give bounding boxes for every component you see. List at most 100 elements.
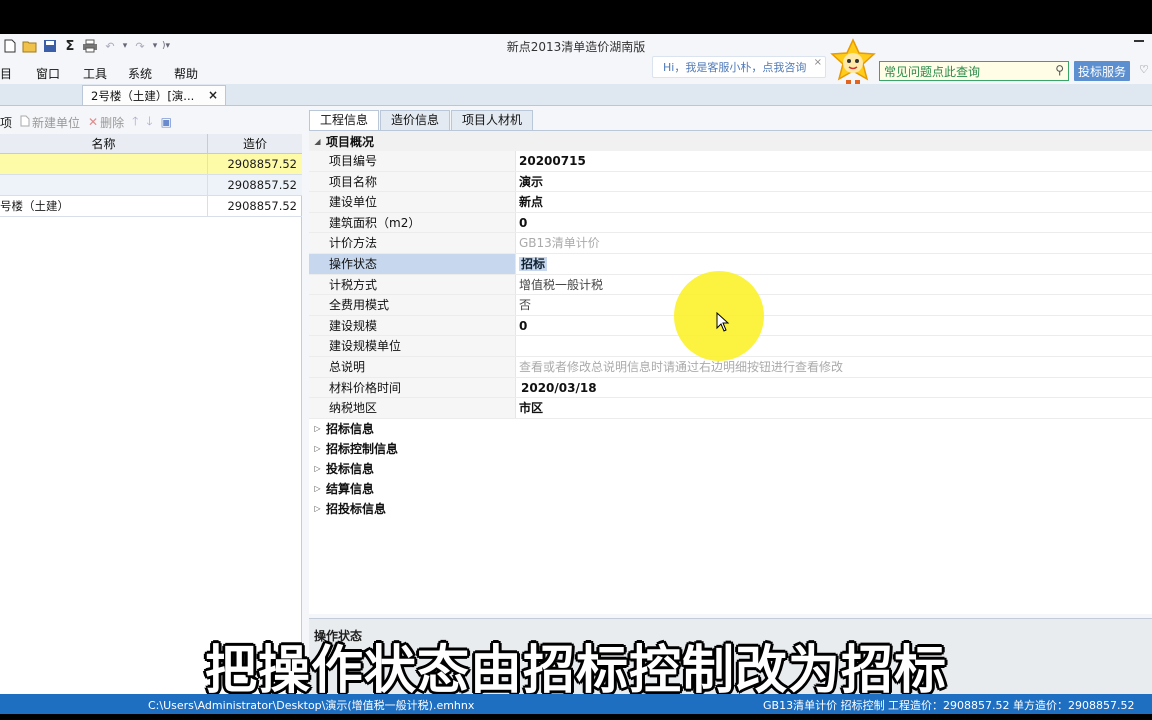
window-title: 新点2013清单造价湖南版: [506, 40, 646, 54]
new-unit-label: 新建单位: [32, 115, 81, 130]
document-tab[interactable]: 2号楼（土建）[演... ×: [82, 85, 226, 105]
document-tab-strip: 2号楼（土建）[演... ×: [0, 84, 1152, 106]
save-icon[interactable]: [42, 38, 58, 54]
property-key: 全费用模式: [309, 295, 516, 315]
property-value[interactable]: 查看或者修改总说明信息时请通过右边明细按钮进行查看修改: [516, 357, 1152, 377]
group-settlement-info[interactable]: ▷ 结算信息: [309, 478, 1152, 499]
new-icon[interactable]: [2, 38, 18, 54]
expand-triangle-icon[interactable]: ▷: [309, 424, 326, 433]
group-bid-control-info[interactable]: ▷ 招标控制信息: [309, 438, 1152, 459]
column-header-name[interactable]: 名称: [0, 134, 208, 153]
redo-icon[interactable]: ↷: [132, 38, 148, 54]
property-key: 建设规模: [309, 315, 516, 336]
collapse-ribbon-icon[interactable]: ♡: [1139, 63, 1149, 76]
print-icon[interactable]: [82, 38, 98, 54]
expand-triangle-icon[interactable]: ▷: [309, 484, 326, 493]
menu-bar: 目 窗口 工具 系统 帮助: [0, 62, 214, 84]
help-search-input[interactable]: 常见问题点此查询 ⚲: [879, 61, 1069, 81]
customize-qa-icon[interactable]: )▾: [162, 41, 170, 51]
assistant-close-icon[interactable]: ×: [814, 57, 822, 68]
redo-dropdown-icon[interactable]: ▾: [152, 41, 158, 51]
property-value[interactable]: 招标: [519, 256, 548, 271]
close-tab-icon[interactable]: ×: [208, 88, 218, 102]
property-value[interactable]: 新点: [516, 192, 1152, 212]
property-key: 总说明: [309, 356, 516, 377]
assistant-bubble[interactable]: Hi，我是客服小朴，点我咨询 ×: [652, 56, 826, 78]
tab-project-materials[interactable]: 项目人材机: [451, 110, 534, 130]
delete-button[interactable]: ✕ 删除: [88, 114, 124, 131]
group-project-overview[interactable]: ◢ 项目概况: [309, 131, 1152, 151]
group-title: 项目概况: [326, 134, 375, 149]
property-value: GB13清单计价: [519, 236, 600, 251]
menu-item-system[interactable]: 系统: [128, 65, 174, 82]
property-key: 项目编号: [309, 151, 516, 171]
group-title: 招投标信息: [326, 502, 387, 517]
app-window: Σ ↶ ▾ ↷ ▾ )▾ 新点2013清单造价湖南版 目 窗口 工具 系统 帮助…: [0, 34, 1152, 694]
open-icon[interactable]: [22, 38, 38, 54]
group-title: 招标控制信息: [326, 442, 399, 457]
property-grid: ◢ 项目概况 项目编号 20200715 项目名称 演示 建设单位 新点 建筑面积（m…: [309, 130, 1152, 614]
new-unit-button[interactable]: 新建单位: [20, 114, 80, 131]
tab-cost-info[interactable]: 造价信息: [380, 110, 451, 130]
menu-item-tools[interactable]: 工具: [83, 65, 128, 82]
table-row[interactable]: 2908857.52: [0, 175, 302, 196]
property-key: 建设单位: [309, 192, 516, 212]
property-value[interactable]: 演示: [516, 172, 1152, 192]
column-header-price[interactable]: 造价: [208, 134, 302, 153]
property-key: 计税方式: [309, 274, 516, 295]
property-row[interactable]: 建设单位 新点: [309, 192, 1152, 213]
property-row[interactable]: 计价方法 GB13清单计价: [309, 233, 1152, 254]
property-value[interactable]: 0: [516, 213, 1152, 233]
row-price: 2908857.52: [227, 199, 297, 213]
minimize-icon[interactable]: [1134, 40, 1144, 42]
tab-project-info[interactable]: 工程信息: [309, 110, 380, 130]
mascot-icon[interactable]: [828, 38, 878, 90]
project-tree-table: 名称 造价 2908857.52 2908857.52 号楼（土建） 29088…: [0, 134, 302, 217]
collapsed-groups: ▷ 招标信息 ▷ 招标控制信息 ▷ 投标信息 ▷ 结算信息 ▷ 招投标信息: [309, 418, 1152, 519]
undo-dropdown-icon[interactable]: ▾: [122, 41, 128, 51]
property-value[interactable]: 增值税一般计税: [516, 275, 1152, 295]
bid-service-button[interactable]: 投标服务: [1074, 61, 1130, 81]
property-value-editor[interactable]: 招标: [516, 254, 1152, 274]
menu-item-help[interactable]: 帮助: [174, 65, 214, 82]
property-row[interactable]: 材料价格时间 2020/03/18: [309, 377, 1152, 399]
property-value[interactable]: 0: [516, 316, 1152, 336]
property-value[interactable]: [516, 336, 1152, 356]
move-up-icon[interactable]: 🡑: [132, 112, 138, 133]
property-row[interactable]: 建筑面积（m2） 0: [309, 212, 1152, 234]
group-tender-info[interactable]: ▷ 投标信息: [309, 458, 1152, 479]
help-search-placeholder: 常见问题点此查询: [884, 64, 981, 79]
info-tabs: 工程信息 造价信息 项目人材机: [309, 110, 534, 130]
move-down-icon[interactable]: 🡓: [146, 112, 152, 133]
property-key: 计价方法: [309, 233, 516, 253]
group-bid-info[interactable]: ▷ 招标信息: [309, 418, 1152, 439]
menu-item-project[interactable]: 目: [0, 65, 36, 82]
properties-icon[interactable]: ▣: [161, 115, 172, 129]
expand-triangle-icon[interactable]: ▷: [309, 444, 326, 453]
property-key: 操作状态: [309, 253, 516, 274]
property-row[interactable]: 总说明 查看或者修改总说明信息时请通过右边明细按钮进行查看修改: [309, 356, 1152, 378]
property-key: 建筑面积（m2）: [309, 212, 516, 233]
property-row[interactable]: 纳税地区 市区: [309, 398, 1152, 419]
table-row[interactable]: 2908857.52: [0, 154, 302, 175]
property-value[interactable]: 市区: [516, 398, 1152, 418]
property-row-selected[interactable]: 操作状态 招标: [309, 253, 1152, 275]
video-subtitle: 把操作状态由招标控制改为招标: [204, 641, 947, 701]
undo-icon[interactable]: ↶: [102, 38, 118, 54]
property-row[interactable]: 项目名称 演示: [309, 171, 1152, 193]
property-value[interactable]: 20200715: [516, 151, 1152, 171]
property-value[interactable]: 否: [516, 295, 1152, 315]
group-bidding-info[interactable]: ▷ 招投标信息: [309, 498, 1152, 519]
expand-triangle-icon[interactable]: ▷: [309, 504, 326, 513]
menu-item-window[interactable]: 窗口: [36, 65, 83, 82]
tree-toolbar-item[interactable]: 项: [0, 114, 12, 131]
table-row[interactable]: 号楼（土建） 2908857.52: [0, 196, 302, 217]
row-name: [0, 154, 208, 174]
group-title: 招标信息: [326, 422, 375, 437]
expand-triangle-icon[interactable]: ▷: [309, 464, 326, 473]
search-icon[interactable]: ⚲: [1055, 63, 1064, 77]
property-value[interactable]: 2020/03/18: [516, 378, 1152, 398]
collapse-triangle-icon[interactable]: ◢: [309, 137, 326, 146]
property-row[interactable]: 项目编号 20200715: [309, 151, 1152, 172]
sum-icon[interactable]: Σ: [62, 38, 78, 54]
